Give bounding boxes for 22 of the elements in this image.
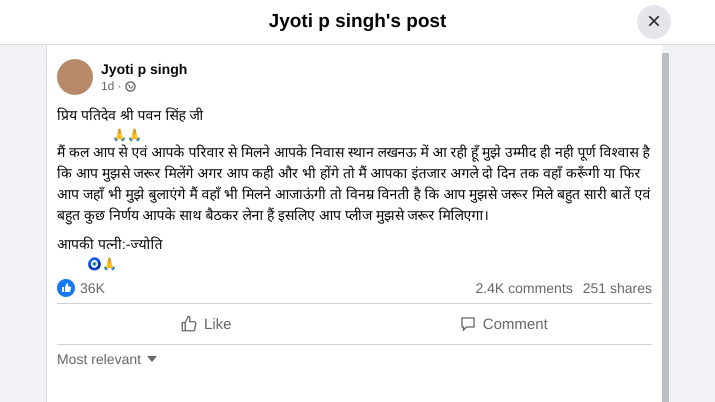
thumbs-up-icon — [180, 315, 198, 333]
post-text: मैं कल आप से एवं आपके परिवार से मिलने आपके निवास स्थान लखनऊ में आ रही हूँ मुझे उम्मीद ही नही पूर्ण विश्वास है कि आप मुझसे जरूर मिलेंगे अगर आप कही और भी होंगे तो मैं आपका इंतजार अगले दो दिन तक वहाँ करूँगी या फिर आप जहाँ भी मुझे बुलाएंगे मैं वहाँ भी मिलने आजाऊंगी तो विनम्र विनती है कि आप मुझसे जरूर मिले बहुत सारी बातें एवं बहुत कुछ निर्णय आपके साथ बैठकर लेना हैं इसलिए आप प्लीज मुझसे जरूर मिलिएगा। — [57, 143, 652, 226]
sort-dropdown[interactable]: Most relevant — [57, 345, 158, 373]
speech-bubble-icon — [458, 315, 477, 333]
like-count[interactable]: 36K — [80, 280, 105, 296]
greeting-text: प्रिय पतिदेव श्री पवन सिंह जी — [57, 106, 204, 125]
emoji-text: 🙏🙏 — [112, 128, 143, 142]
post-time: 1d · — [101, 79, 122, 93]
emoji-text: 🧿🙏 — [87, 257, 118, 271]
like-button[interactable]: Like — [57, 304, 354, 344]
globe-icon — [124, 80, 136, 92]
comment-button[interactable]: Comment — [354, 304, 652, 344]
like-reaction-icon — [57, 279, 75, 297]
signature-text: आपकी पत्नी:-ज्योति — [57, 235, 164, 254]
author-name[interactable]: Jyoti p singh — [101, 61, 188, 77]
avatar — [57, 59, 93, 95]
scrollbar[interactable] — [662, 53, 669, 402]
dialog-title: Jyoti p singh's post — [268, 11, 446, 33]
comment-count[interactable]: 2.4K comments — [475, 280, 573, 296]
share-count[interactable]: 251 shares — [582, 280, 652, 296]
close-button[interactable]: × — [637, 5, 671, 39]
caret-icon — [147, 356, 158, 362]
